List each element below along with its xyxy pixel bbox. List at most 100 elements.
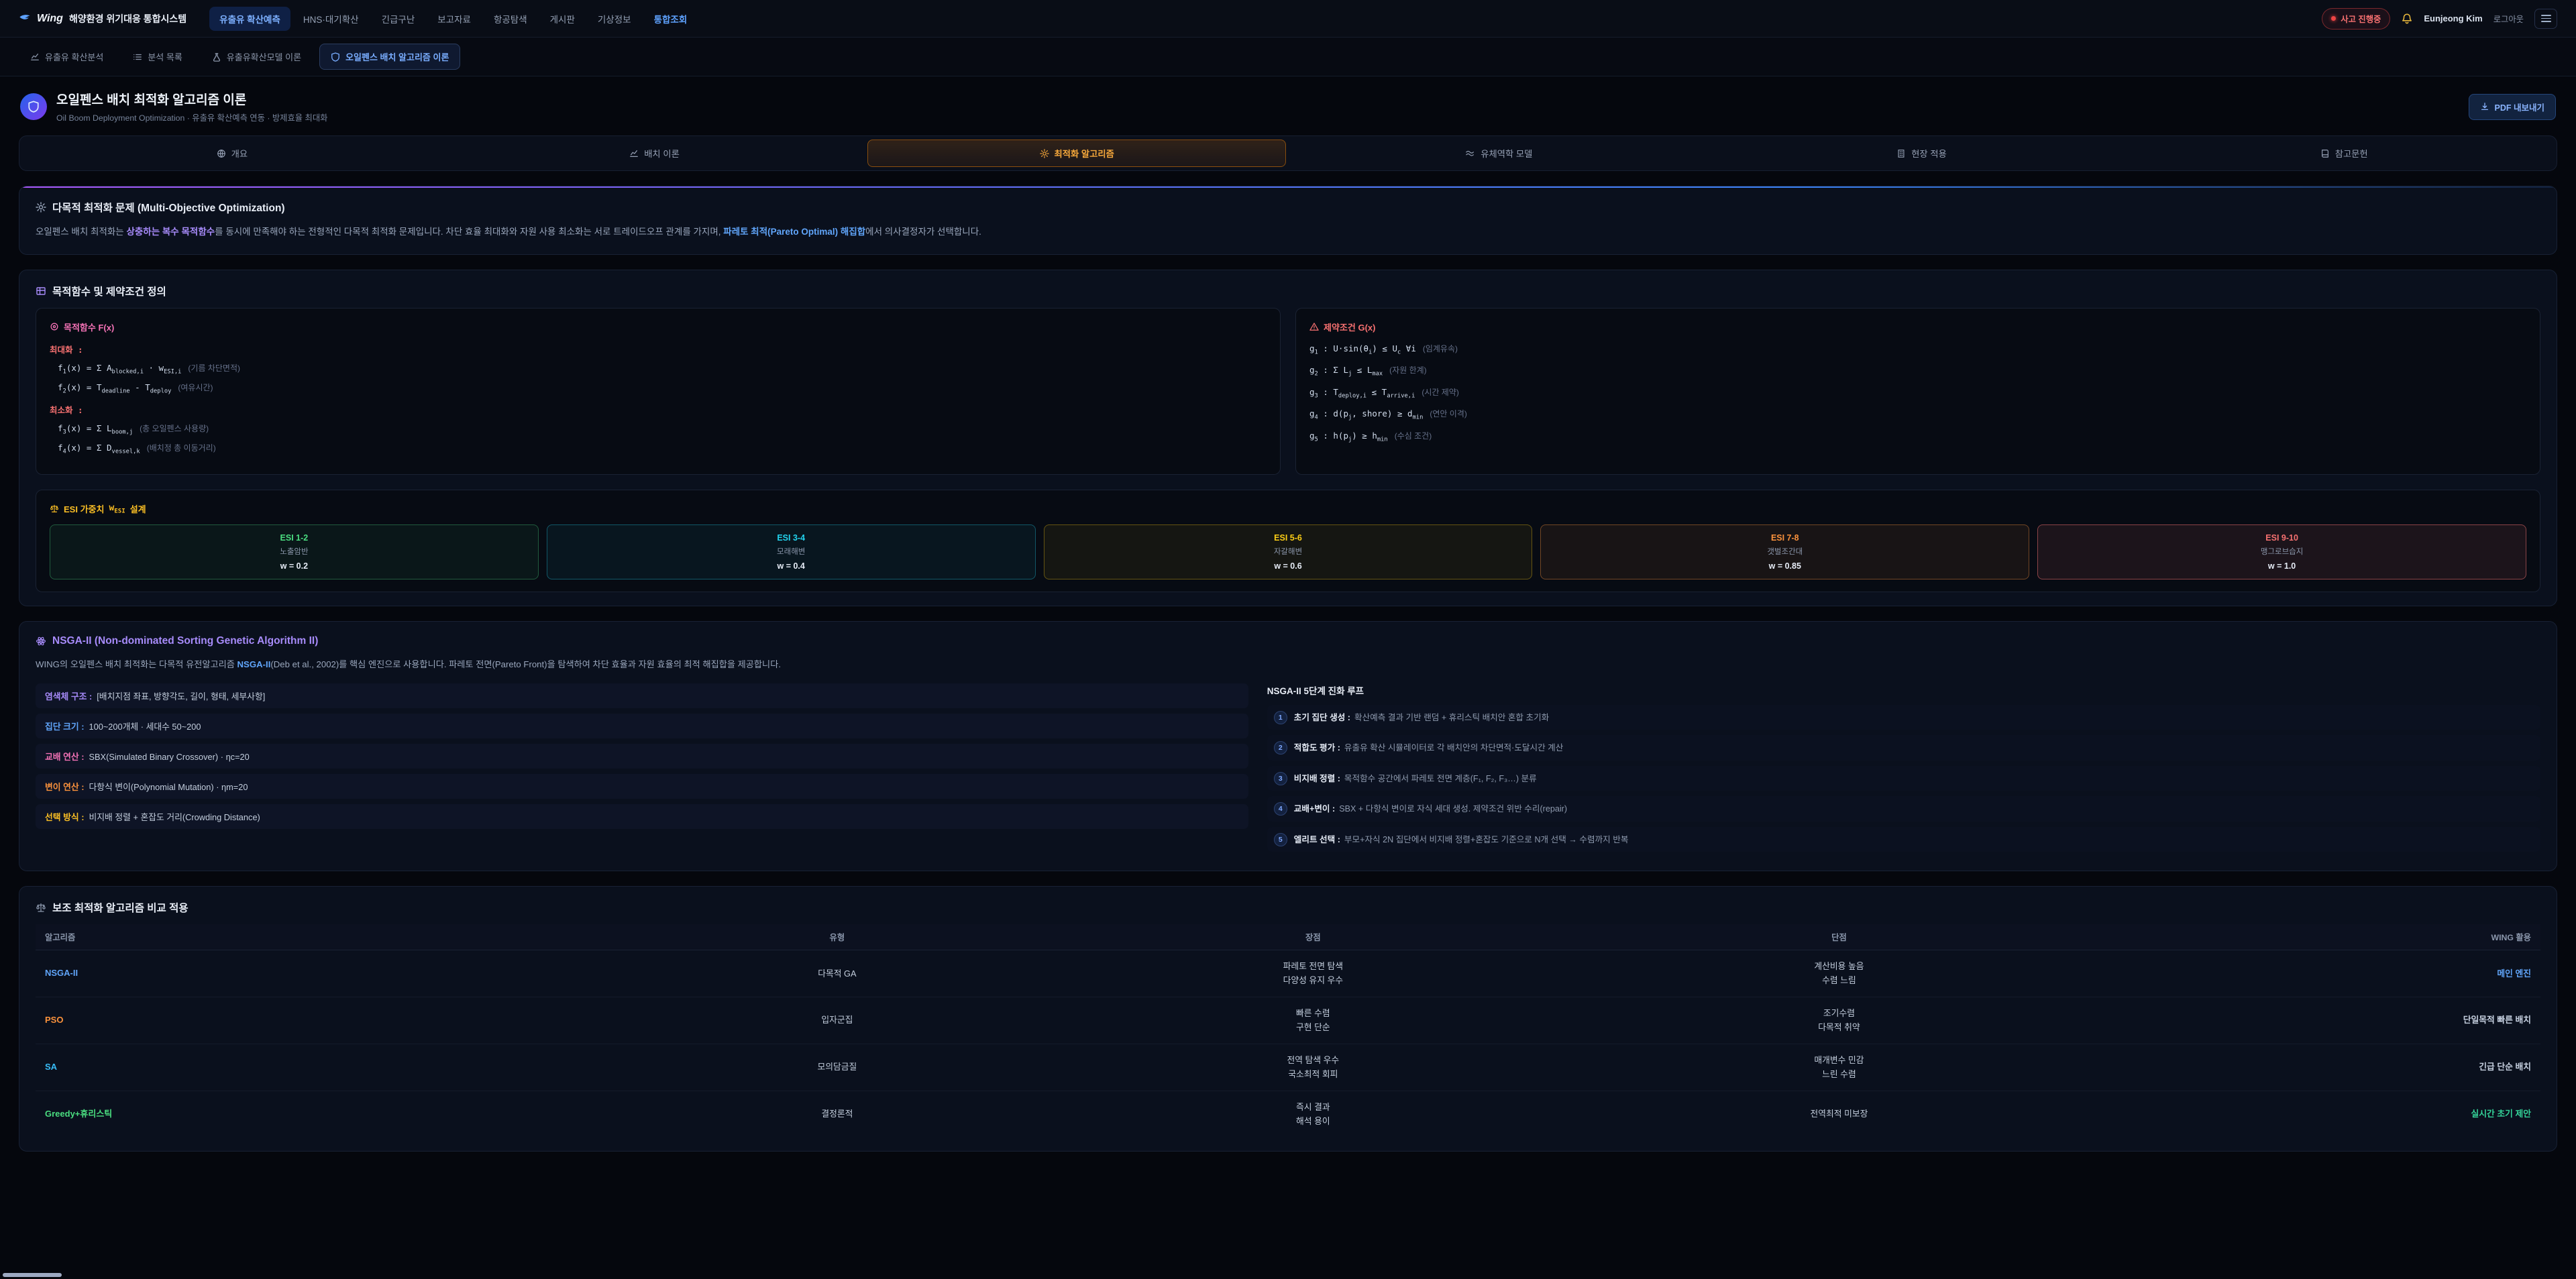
objective-formula: f3(x) = Σ Lboom,j(총 오일펜스 사용량) [58, 423, 1267, 436]
section-title: 보조 최적화 알고리즘 비교 적용 [52, 900, 189, 915]
step-number-badge: 2 [1274, 741, 1287, 755]
pdf-export-button[interactable]: PDF 내보내기 [2469, 94, 2556, 120]
top-navigation: Wing 해양환경 위기대응 통합시스템 유출유 확산예측 HNS·대기확산 긴… [0, 0, 2576, 38]
algorithm-cons: 전역최적 미보장 [1589, 1091, 2090, 1137]
section-tab-hydrodynamics[interactable]: 유체역학 모델 [1290, 140, 1709, 167]
pdf-export-label: PDF 내보내기 [2495, 101, 2544, 113]
app-title: 해양환경 위기대응 통합시스템 [69, 12, 186, 25]
section-title: 목적함수 및 제약조건 정의 [52, 284, 166, 298]
section-tab-label: 배치 이론 [644, 147, 680, 160]
tab-label: 분석 목록 [148, 50, 182, 63]
col-header-type: 유형 [637, 924, 1037, 950]
table-row: Greedy+휴리스틱 결정론적 즉시 결과해석 용이 전역최적 미보장 실시간… [36, 1091, 2540, 1137]
tab-spill-analysis[interactable]: 유출유 확산분석 [19, 44, 115, 70]
ga-parameter-row: 교배 연산 : SBX(Simulated Binary Crossover) … [36, 744, 1248, 769]
nav-item-aerial-search[interactable]: 항공탐색 [484, 7, 537, 31]
ga-parameter-value: 다항식 변이(Polynomial Mutation) · ηm=20 [89, 780, 248, 793]
algorithm-name: NSGA-II [36, 950, 637, 997]
algorithm-wing-usage: 긴급 단순 배치 [2090, 1044, 2540, 1091]
nsga-section: NSGA-II (Non-dominated Sorting Genetic A… [19, 621, 2557, 871]
page-title: 오일펜스 배치 최적화 알고리즘 이론 [56, 90, 327, 108]
algorithm-wing-usage: 단일목적 빠른 배치 [2090, 997, 2540, 1044]
ga-parameter-row: 선택 방식 : 비지배 정렬 + 혼잡도 거리(Crowding Distanc… [36, 804, 1248, 829]
algorithm-cons: 매개변수 민감느린 수렴 [1589, 1044, 2090, 1091]
globe-icon [217, 149, 226, 158]
incident-status-badge[interactable]: 사고 진행중 [2322, 8, 2390, 30]
ga-parameter-row: 변이 연산 : 다항식 변이(Polynomial Mutation) · ηm… [36, 774, 1248, 799]
algorithm-name: SA [36, 1044, 637, 1091]
atom-icon [36, 636, 46, 647]
ga-parameter-label: 선택 방식 : [45, 810, 84, 823]
algorithm-cons: 계산비용 높음수렴 느림 [1589, 950, 2090, 997]
wing-logo-icon [19, 13, 31, 25]
evolution-step: 3 비지배 정렬 :목적함수 공간에서 파레토 전면 계층(F₁, F₂, F₃… [1267, 766, 2540, 791]
minimize-label: 최소화 : [50, 403, 1267, 416]
algorithm-type: 다목적 GA [637, 950, 1037, 997]
intro-paragraph: 오일펜스 배치 최적화는 상충하는 복수 목적함수를 동시에 만족해야 하는 전… [36, 224, 2540, 241]
shield-icon [331, 52, 340, 62]
building-icon [1896, 149, 1906, 158]
tab-spill-model-theory[interactable]: 유출유확산모델 이론 [201, 44, 313, 70]
ga-parameter-row: 염색체 구조 : [배치지점 좌표, 방향각도, 길이, 형태, 세부사항] [36, 683, 1248, 708]
tab-analysis-list[interactable]: 분석 목록 [121, 44, 193, 70]
nav-item-reports[interactable]: 보고자료 [427, 7, 481, 31]
target-icon [50, 322, 59, 331]
section-tab-label: 현장 적용 [1911, 147, 1947, 160]
esi-shore-type: 모래해변 [553, 546, 1030, 557]
evolution-step: 5 엘리트 선택 :부모+자식 2N 집단에서 비지배 정렬+혼잡도 기준으로 … [1267, 827, 2540, 852]
ga-parameter-value: 100~200개체 · 세대수 50~200 [89, 720, 201, 732]
horizontal-scrollbar-thumb[interactable] [3, 1273, 62, 1277]
nav-item-integrated-search[interactable]: 통합조회 [644, 7, 698, 31]
algorithm-comparison-table: 알고리즘 유형 장점 단점 WING 활용 NSGA-II 다목적 GA 파레토… [36, 924, 2540, 1137]
nav-item-hns-atmospheric[interactable]: HNS·대기확산 [293, 7, 369, 31]
esi-title-suffix: 설계 [130, 502, 146, 515]
tab-boom-algorithm-theory[interactable]: 오일펜스 배치 알고리즘 이론 [319, 44, 460, 70]
col-header-wing-usage: WING 활용 [2090, 924, 2540, 950]
page-subtitle: Oil Boom Deployment Optimization · 유출유 확… [56, 111, 327, 123]
evolution-step: 1 초기 집단 생성 :확산예측 결과 기반 랜덤 + 휴리스틱 배치안 혼합 … [1267, 705, 2540, 730]
ga-parameter-label: 변이 연산 : [45, 780, 84, 793]
section-tab-field-application[interactable]: 현장 적용 [1713, 140, 2131, 167]
section-tab-references[interactable]: 참고문헌 [2135, 140, 2553, 167]
algorithm-pros: 빠른 수렴구현 단순 [1038, 997, 1589, 1044]
wave-icon [1466, 149, 1475, 158]
app-logo[interactable]: Wing 해양환경 위기대응 통합시스템 [19, 12, 186, 25]
nav-item-weather-info[interactable]: 기상정보 [588, 7, 641, 31]
section-tab-overview[interactable]: 개요 [23, 140, 441, 167]
ga-parameter-value: SBX(Simulated Binary Crossover) · ηc=20 [89, 752, 249, 762]
nav-item-board[interactable]: 게시판 [540, 7, 585, 31]
constraint-formula: g1 : U·sin(θi) ≤ Uc ∀i(임계유속) [1309, 343, 2526, 356]
notification-bell-icon[interactable] [2401, 13, 2413, 25]
esi-weight-card: ESI 1-2 노출암반 w = 0.2 [50, 524, 539, 579]
ga-parameter-value: 비지배 정렬 + 혼잡도 거리(Crowding Distance) [89, 810, 260, 823]
step-number-badge: 4 [1274, 802, 1287, 816]
nsga-evolution-loop: NSGA-II 5단계 진화 루프 1 초기 집단 생성 :확산예측 결과 기반… [1267, 683, 2540, 858]
panel-title: 제약조건 G(x) [1324, 321, 1375, 333]
hamburger-menu-button[interactable] [2534, 9, 2557, 29]
esi-range: ESI 3-4 [553, 533, 1030, 543]
section-tab-optimization-algorithm[interactable]: 최적화 알고리즘 [867, 140, 1286, 167]
section-tabs: 개요 배치 이론 최적화 알고리즘 유체역학 모델 현장 적용 [19, 135, 2557, 171]
nav-item-emergency-rescue[interactable]: 긴급구난 [372, 7, 425, 31]
evolution-step: 4 교배+변이 :SBX + 다항식 변이로 자식 세대 생성. 제약조건 위반… [1267, 796, 2540, 822]
nsga-description: WING의 오일펜스 배치 최적화는 다목적 유전알고리즘 NSGA-II(De… [36, 657, 2540, 673]
esi-weight-card: ESI 7-8 갯벌조간대 w = 0.85 [1540, 524, 2029, 579]
col-header-cons: 단점 [1589, 924, 2090, 950]
step-number-badge: 5 [1274, 833, 1287, 846]
tab-label: 유출유 확산분석 [45, 50, 103, 63]
esi-range: ESI 5-6 [1050, 533, 1527, 543]
table-grid-icon [36, 286, 46, 296]
section-tab-deployment-theory[interactable]: 배치 이론 [445, 140, 864, 167]
nav-item-oil-spill-prediction[interactable]: 유출유 확산예측 [209, 7, 290, 31]
logout-button[interactable]: 로그아웃 [2493, 13, 2524, 25]
chart-line-icon [30, 52, 40, 62]
constraint-formula: g5 : h(pj) ≥ hmin(수심 조건) [1309, 430, 2526, 443]
table-row: NSGA-II 다목적 GA 파레토 전면 탐색다양성 유지 우수 계산비용 높… [36, 950, 2540, 997]
objective-formula: f1(x) = Σ Ablocked,i · wESI,i(기름 차단면적) [58, 362, 1267, 376]
esi-weight-value: w = 1.0 [2043, 561, 2520, 571]
step-number-badge: 1 [1274, 711, 1287, 724]
objective-function-panel: 목적함수 F(x) 최대화 : f1(x) = Σ Ablocked,i · w… [36, 308, 1281, 475]
main-navigation: 유출유 확산예측 HNS·대기확산 긴급구난 보고자료 항공탐색 게시판 기상정… [209, 7, 697, 31]
algorithm-pros: 파레토 전면 탐색다양성 유지 우수 [1038, 950, 1589, 997]
algorithm-type: 모의담금질 [637, 1044, 1037, 1091]
